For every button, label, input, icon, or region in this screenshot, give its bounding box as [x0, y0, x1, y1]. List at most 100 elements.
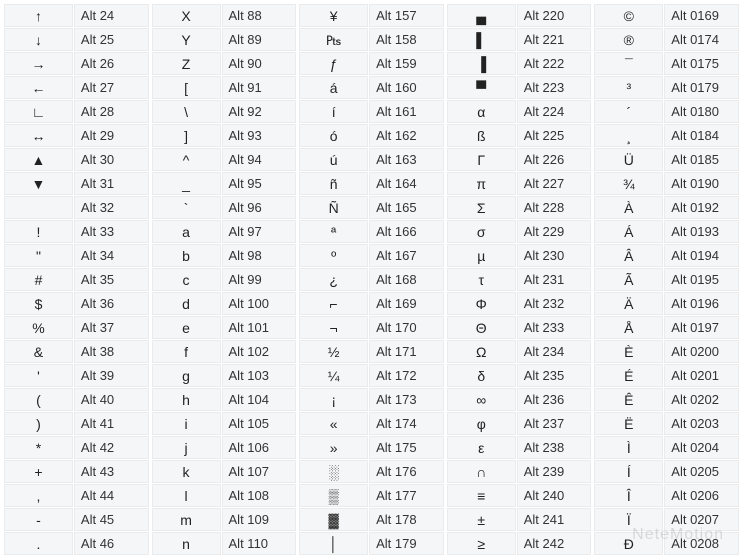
- table-row: ßAlt 225: [447, 124, 591, 147]
- table-row: ÁAlt 0193: [594, 220, 738, 243]
- symbol-cell: i: [152, 412, 221, 435]
- altcode-cell: Alt 233: [517, 316, 592, 339]
- symbol-cell: [4, 196, 73, 219]
- altcode-cell: Alt 29: [74, 124, 149, 147]
- table-row: ½Alt 171: [299, 340, 443, 363]
- symbol-cell: ¬: [299, 316, 368, 339]
- altcode-cell: Alt 0206: [664, 484, 739, 507]
- table-row: ¬Alt 170: [299, 316, 443, 339]
- table-row: mAlt 109: [152, 508, 296, 531]
- table-row: ↓Alt 25: [4, 28, 148, 51]
- altcode-cell: Alt 167: [369, 244, 444, 267]
- altcode-cell: Alt 229: [517, 220, 592, 243]
- altcode-cell: Alt 37: [74, 316, 149, 339]
- table-row: ®Alt 0174: [594, 28, 738, 51]
- symbol-cell: Ä: [594, 292, 663, 315]
- altcode-cell: Alt 235: [517, 364, 592, 387]
- altcode-cell: Alt 169: [369, 292, 444, 315]
- table-row: ÍAlt 0205: [594, 460, 738, 483]
- table-row: →Alt 26: [4, 52, 148, 75]
- symbol-cell: Ë: [594, 412, 663, 435]
- altcode-cell: Alt 238: [517, 436, 592, 459]
- symbol-cell: \: [152, 100, 221, 123]
- altcode-cell: Alt 24: [74, 4, 149, 27]
- table-row: ΘAlt 233: [447, 316, 591, 339]
- altcode-cell: Alt 161: [369, 100, 444, 123]
- altcode-cell: Alt 91: [222, 76, 297, 99]
- symbol-cell: g: [152, 364, 221, 387]
- altcode-cell: Alt 0180: [664, 100, 739, 123]
- altcode-cell: Alt 172: [369, 364, 444, 387]
- table-row: ÀAlt 0192: [594, 196, 738, 219]
- altcode-cell: Alt 97: [222, 220, 297, 243]
- symbol-cell: ▀: [447, 76, 516, 99]
- symbol-cell: ↓: [4, 28, 73, 51]
- table-row: ↑Alt 24: [4, 4, 148, 27]
- table-row: ∞Alt 236: [447, 388, 591, 411]
- symbol-cell: Â: [594, 244, 663, 267]
- table-row: ¸Alt 0184: [594, 124, 738, 147]
- symbol-cell: j: [152, 436, 221, 459]
- table-row: ∟Alt 28: [4, 100, 148, 123]
- altcode-cell: Alt 0196: [664, 292, 739, 315]
- table-row: ▄Alt 220: [447, 4, 591, 27]
- altcode-cell: Alt 98: [222, 244, 297, 267]
- table-row: ³Alt 0179: [594, 76, 738, 99]
- column: ↑Alt 24↓Alt 25→Alt 26←Alt 27∟Alt 28↔Alt …: [4, 4, 148, 555]
- symbol-cell: ª: [299, 220, 368, 243]
- altcode-cell: Alt 226: [517, 148, 592, 171]
- altcode-cell: Alt 159: [369, 52, 444, 75]
- table-row: ¯Alt 0175: [594, 52, 738, 75]
- altcode-cell: Alt 173: [369, 388, 444, 411]
- table-row: ⌐Alt 169: [299, 292, 443, 315]
- table-row: ÊAlt 0202: [594, 388, 738, 411]
- symbol-cell: _: [152, 172, 221, 195]
- symbol-cell: &: [4, 340, 73, 363]
- symbol-cell: ¥: [299, 4, 368, 27]
- altcode-cell: Alt 99: [222, 268, 297, 291]
- table-row: hAlt 104: [152, 388, 296, 411]
- altcode-cell: Alt 0197: [664, 316, 739, 339]
- symbol-cell: [: [152, 76, 221, 99]
- altcode-cell: Alt 0205: [664, 460, 739, 483]
- table-row: ÄAlt 0196: [594, 292, 738, 315]
- altcode-cell: Alt 45: [74, 508, 149, 531]
- symbol-cell: ®: [594, 28, 663, 51]
- table-row: φAlt 237: [447, 412, 591, 435]
- altcode-cell: Alt 31: [74, 172, 149, 195]
- table-row: σAlt 229: [447, 220, 591, 243]
- table-row: ≥Alt 242: [447, 532, 591, 555]
- table-row: ÂAlt 0194: [594, 244, 738, 267]
- symbol-cell: Ð: [594, 532, 663, 555]
- table-row: ΣAlt 228: [447, 196, 591, 219]
- symbol-cell: f: [152, 340, 221, 363]
- symbol-cell: ³: [594, 76, 663, 99]
- altcode-cell: Alt 171: [369, 340, 444, 363]
- symbol-cell: Ñ: [299, 196, 368, 219]
- altcode-cell: Alt 0195: [664, 268, 739, 291]
- table-row: (Alt 40: [4, 388, 148, 411]
- symbol-cell: ∩: [447, 460, 516, 483]
- altcode-cell: Alt 96: [222, 196, 297, 219]
- table-row: ]Alt 93: [152, 124, 296, 147]
- altcode-cell: Alt 90: [222, 52, 297, 75]
- table-row: ÃAlt 0195: [594, 268, 738, 291]
- table-row: ¿Alt 168: [299, 268, 443, 291]
- altcode-cell: Alt 163: [369, 148, 444, 171]
- altcode-cell: Alt 94: [222, 148, 297, 171]
- altcode-cell: Alt 44: [74, 484, 149, 507]
- altcode-cell: Alt 33: [74, 220, 149, 243]
- symbol-cell: σ: [447, 220, 516, 243]
- altcode-cell: Alt 95: [222, 172, 297, 195]
- altcode-cell: Alt 41: [74, 412, 149, 435]
- table-row: ▐Alt 222: [447, 52, 591, 75]
- symbol-cell: ▲: [4, 148, 73, 171]
- table-row: πAlt 227: [447, 172, 591, 195]
- table-row: ñAlt 164: [299, 172, 443, 195]
- altcode-cell: Alt 32: [74, 196, 149, 219]
- table-row: ▼Alt 31: [4, 172, 148, 195]
- table-row: úAlt 163: [299, 148, 443, 171]
- symbol-cell: !: [4, 220, 73, 243]
- symbol-cell: φ: [447, 412, 516, 435]
- altcode-cell: Alt 39: [74, 364, 149, 387]
